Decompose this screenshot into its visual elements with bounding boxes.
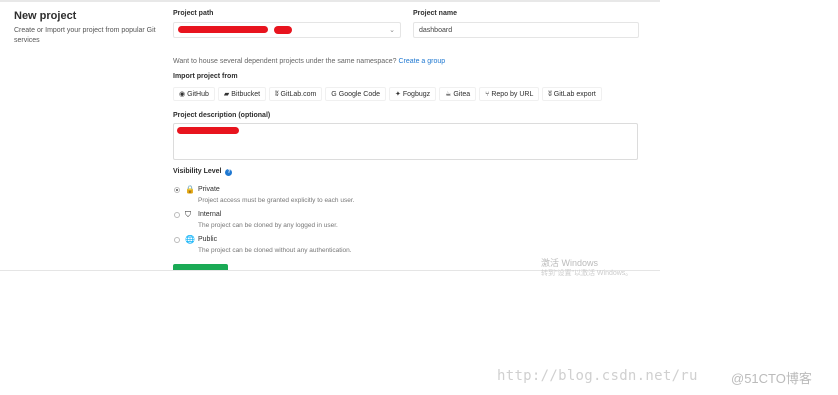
help-icon[interactable]: ? [225,169,233,176]
import-source-label: GitHub [187,90,209,98]
namespace-hint: Want to house several dependent projects… [173,58,445,65]
import-sources: ◉ GitHub ▰ Bitbucket ʬ GitLab.com G Google Code… [173,87,602,101]
namespace-hint-text: Want to house several dependent projects… [173,58,397,65]
project-name-label: Project name [413,10,457,17]
visibility-label: Visibility Level ? [173,168,233,176]
page-description: Create or Import your project from popul… [14,27,156,44]
chevron-down-icon: ⌄ [389,27,395,34]
project-name-input[interactable]: dashboard [413,22,639,38]
redacted-namespace [178,26,268,33]
create-project-button[interactable] [173,264,228,270]
visibility-public-label: Public [198,236,218,243]
import-repo-by-url-button[interactable]: ⑂ Repo by URL [479,87,540,101]
visibility-private-label: Private [198,186,220,193]
redacted-path [274,26,292,34]
import-gitea-button[interactable]: ☕ Gitea [439,87,477,101]
redacted-description [177,127,239,134]
import-bitbucket-button[interactable]: ▰ Bitbucket [217,87,267,101]
visibility-public-description: The project can be cloned without any au… [198,247,352,254]
visibility-public-radio[interactable] [174,237,180,243]
visibility-private-description: Project access must be granted explicitl… [198,197,355,204]
visibility-internal-description: The project can be cloned by any logged … [198,222,338,229]
import-source-label: Gitea [453,90,471,98]
import-github-button[interactable]: ◉ GitHub [173,87,215,101]
visibility-internal-label: Internal [198,211,222,218]
page-title: New project [14,10,77,22]
git-icon: ⑂ [485,90,490,98]
import-fogbugz-button[interactable]: ✦ Fogbugz [389,87,437,101]
import-source-label: Google Code [338,90,381,98]
project-path-label: Project path [173,10,214,17]
visibility-label-text: Visibility Level [173,168,222,175]
import-source-label: Bitbucket [231,90,261,98]
import-source-label: GitLab export [553,90,596,98]
visibility-private-radio[interactable] [174,187,180,193]
blog-url-watermark: http://blog.csdn.net/ru [497,368,698,384]
import-google-code-button[interactable]: G Google Code [325,87,387,101]
windows-activation-subtext: 转到"设置"以激活 Windows。 [541,270,633,277]
import-label: Import project from [173,73,238,80]
import-source-label: Repo by URL [491,90,534,98]
bitbucket-icon: ▰ [223,91,230,98]
import-gitlab-export-button[interactable]: ʬ GitLab export [542,87,602,101]
import-gitlab-com-button[interactable]: ʬ GitLab.com [269,87,323,101]
globe-icon: 🌐 [185,235,195,244]
import-source-label: Fogbugz [402,90,431,98]
new-project-panel: New project Create or Import your projec… [0,0,660,271]
google-icon: G [331,90,337,98]
lock-icon: 🔒 [185,185,195,194]
gitlab-export-icon: ʬ [548,90,552,98]
top-border [0,0,660,2]
project-path-select[interactable]: ⌄ [173,22,401,38]
create-group-link[interactable]: Create a group [398,58,445,65]
fogbugz-icon: ✦ [395,91,401,98]
github-icon: ◉ [179,91,186,98]
import-source-label: GitLab.com [280,90,317,98]
shield-icon: ⛉ [185,210,191,219]
author-watermark: @51CTO博客 [731,371,812,386]
gitea-icon: ☕ [445,91,452,98]
project-description-textarea[interactable] [173,123,638,160]
gitlab-icon: ʬ [275,90,279,98]
description-label: Project description (optional) [173,112,271,119]
visibility-internal-radio[interactable] [174,212,180,218]
